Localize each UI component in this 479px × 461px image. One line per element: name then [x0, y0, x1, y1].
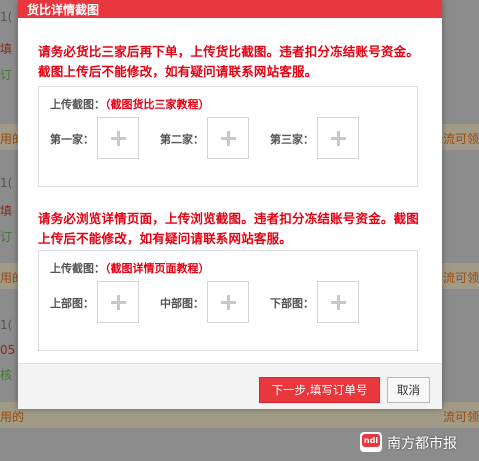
slot-label-middle: 中部图：: [160, 297, 204, 310]
next-step-button[interactable]: 下一步,填写订单号: [259, 377, 380, 403]
upload-slot-second[interactable]: [207, 117, 249, 159]
background-fragment: 05: [0, 343, 16, 357]
dialog-footer: 下一步,填写订单号 取消: [18, 363, 442, 409]
upload-label: 上传截图：: [50, 98, 105, 111]
cancel-button[interactable]: 取消: [387, 377, 430, 403]
logo-mark: ndl: [362, 434, 380, 447]
detail-tutorial-link[interactable]: （截图详情页面教程）: [105, 262, 210, 275]
upload-header: 上传截图：（截图详情页面教程）: [50, 260, 210, 276]
upload-header: 上传截图：（截图货比三家教程）: [50, 96, 210, 112]
upload-slot-bottom[interactable]: [317, 281, 359, 323]
upload-slot-middle[interactable]: [207, 281, 249, 323]
background-fragment: 流可领: [443, 410, 479, 424]
upload-slot-third[interactable]: [317, 117, 359, 159]
slot-label-first: 第一家：: [50, 133, 94, 146]
browse-notice: 请务必浏览详情页面，上传浏览截图。违者扣分冻结账号资金。截图上传后不能修改，如有…: [38, 211, 420, 246]
background-fragment: 订: [0, 68, 13, 82]
upload-slot-top[interactable]: [97, 281, 139, 323]
dialog-header: 货比详情截图: [18, 0, 442, 18]
background-fragment: 订: [0, 230, 13, 244]
upload-label: 上传截图：: [50, 262, 105, 275]
screenshot-upload-dialog: 货比详情截图 请务必货比三家后再下单，上传货比截图。违者扣分冻结账号资金。截图上…: [18, 0, 442, 409]
slot-label-third: 第三家：: [270, 133, 314, 146]
background-fragment: 1(: [0, 10, 13, 24]
background-fragment: 用的: [0, 410, 25, 424]
dialog-title: 货比详情截图: [27, 3, 100, 17]
upload-slot-first[interactable]: [97, 117, 139, 159]
background-fragment: 核: [0, 368, 13, 382]
slot-label-bottom: 下部图：: [270, 297, 314, 310]
comparison-upload-section: 上传截图：（截图货比三家教程） 第一家： 第二家： 第三家：: [38, 86, 418, 187]
background-fragment: 填: [0, 204, 13, 218]
background-fragment: 流可领: [443, 271, 479, 285]
slot-label-top: 上部图：: [50, 297, 94, 310]
slot-label-second: 第二家：: [160, 133, 204, 146]
newspaper-logo-icon: ndl: [360, 432, 382, 452]
comparison-tutorial-link[interactable]: （截图货比三家教程）: [105, 98, 210, 111]
background-fragment: 填: [0, 42, 13, 56]
detail-upload-section: 上传截图：（截图详情页面教程） 上部图： 中部图： 下部图：: [38, 250, 418, 351]
background-fragment: 流可领: [443, 132, 479, 146]
watermark-text: 南方都市报: [387, 436, 457, 452]
background-fragment: 1(: [0, 318, 13, 332]
comparison-notice: 请务必货比三家后再下单，上传货比截图。违者扣分冻结账号资金。截图上传后不能修改，…: [38, 44, 420, 79]
background-fragment: 1(: [0, 176, 13, 190]
